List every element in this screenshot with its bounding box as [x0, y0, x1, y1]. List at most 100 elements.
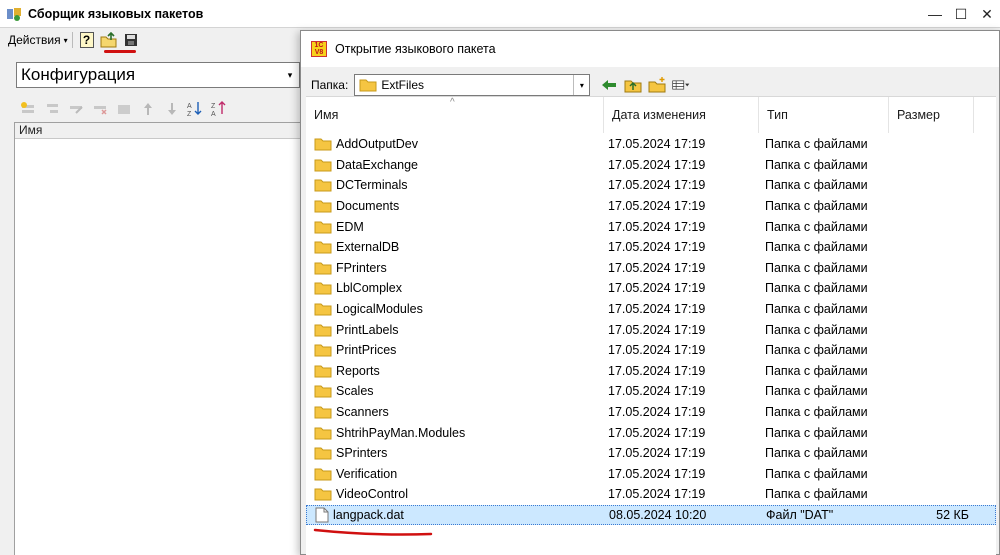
help-button[interactable]: ?	[77, 30, 97, 50]
file-row[interactable]: langpack.dat 08.05.2024 10:20 Файл "DAT" 52…	[306, 504, 996, 526]
folder-icon	[314, 488, 332, 501]
sort-descending-button[interactable]: ZA	[210, 100, 230, 118]
row-type: Папка с файлами	[765, 178, 868, 193]
folder-row[interactable]: DataExchange 17.05.2024 17:19 Папка с файл…	[306, 155, 996, 176]
folder-row[interactable]: FPrinters 17.05.2024 17:19 Папка с файлами	[306, 258, 996, 279]
minimize-button[interactable]: —	[922, 0, 948, 28]
folder-icon	[359, 79, 377, 92]
folder-row[interactable]: Reports 17.05.2024 17:19 Папка с файлами	[306, 361, 996, 382]
row-name-cell: Reports	[314, 364, 380, 378]
row-date: 17.05.2024 17:19	[608, 384, 706, 399]
row-name-cell: PrintPrices	[314, 343, 396, 357]
up-folder-button[interactable]	[624, 76, 642, 94]
save-button[interactable]	[121, 30, 141, 50]
column-header-date-label: Дата изменения	[612, 108, 706, 122]
row-type: Папка с файлами	[765, 157, 868, 172]
folder-row[interactable]: SPrinters 17.05.2024 17:19 Папка с файлами	[306, 443, 996, 464]
sort-ascending-button[interactable]: AZ	[186, 100, 206, 118]
folder-row[interactable]: EDM 17.05.2024 17:19 Папка с файлами	[306, 216, 996, 237]
dialog-title: Открытие языкового пакета	[335, 42, 496, 56]
row-name: Verification	[336, 466, 398, 481]
column-header-name-label: Имя	[314, 108, 339, 122]
svg-text:Z: Z	[187, 111, 192, 118]
folder-select[interactable]: ExtFiles ▾	[354, 74, 591, 96]
folder-row[interactable]: PrintLabels 17.05.2024 17:19 Папка с файла…	[306, 319, 996, 340]
configuration-select-value: Конфигурация	[21, 65, 136, 84]
folder-icon	[314, 427, 332, 440]
folder-row[interactable]: Scanners 17.05.2024 17:19 Папка с файлами	[306, 402, 996, 423]
folder-row[interactable]: AddOutputDev 17.05.2024 17:19 Папка с файл…	[306, 134, 996, 155]
row-date: 17.05.2024 17:19	[608, 405, 706, 420]
folder-row[interactable]: LogicalModules 17.05.2024 17:19 Папка с фа…	[306, 299, 996, 320]
row-date: 17.05.2024 17:19	[608, 322, 706, 337]
row-date: 17.05.2024 17:19	[608, 199, 706, 214]
actions-menu-button[interactable]: Действия ▾	[8, 33, 68, 47]
add-child-button[interactable]	[42, 100, 62, 118]
row-name-cell: ExternalDB	[314, 240, 399, 254]
row-name: FPrinters	[336, 260, 387, 275]
move-up-button[interactable]	[138, 100, 158, 118]
folder-icon	[314, 406, 332, 419]
chevron-down-icon: ▾	[287, 69, 293, 80]
row-date: 17.05.2024 17:19	[608, 466, 706, 481]
row-date: 17.05.2024 17:19	[608, 260, 706, 275]
folder-row[interactable]: Scales 17.05.2024 17:19 Папка с файлами	[306, 381, 996, 402]
back-button[interactable]	[600, 76, 618, 94]
row-name-cell: AddOutputDev	[314, 137, 418, 151]
tree-column-header[interactable]: Имя	[15, 123, 303, 139]
folder-row[interactable]: LblComplex 17.05.2024 17:19 Папка с файлам…	[306, 278, 996, 299]
svg-text:A: A	[187, 103, 192, 110]
new-folder-button[interactable]	[648, 76, 666, 94]
folder-row[interactable]: VideoControl 17.05.2024 17:19 Папка с файл…	[306, 484, 996, 505]
folder-row[interactable]: ExternalDB 17.05.2024 17:19 Папка с файлам…	[306, 237, 996, 258]
svg-text:Z: Z	[211, 103, 216, 110]
folder-icon	[314, 159, 332, 172]
maximize-button[interactable]: ☐	[948, 0, 974, 28]
edit-item-button[interactable]	[66, 100, 86, 118]
column-header-date[interactable]: Дата изменения	[604, 97, 759, 133]
row-date: 17.05.2024 17:19	[608, 240, 706, 255]
row-date: 17.05.2024 17:19	[608, 363, 706, 378]
move-down-button[interactable]	[162, 100, 182, 118]
help-icon: ?	[79, 32, 94, 48]
add-item-button[interactable]	[18, 100, 38, 118]
delete-item-button[interactable]	[90, 100, 110, 118]
red-annotation-underline	[313, 528, 433, 536]
properties-button[interactable]	[114, 100, 134, 118]
up-folder-icon	[624, 80, 642, 93]
open-language-pack-button[interactable]	[99, 30, 119, 50]
row-name: DataExchange	[336, 157, 419, 172]
row-date: 17.05.2024 17:19	[608, 343, 706, 358]
row-name-cell: DCTerminals	[314, 178, 408, 192]
new-folder-icon	[648, 77, 666, 93]
row-date: 08.05.2024 10:20	[609, 508, 707, 523]
close-button[interactable]: ✕	[974, 0, 1000, 28]
view-menu-icon	[672, 80, 690, 90]
folder-icon	[314, 447, 332, 460]
row-type: Папка с файлами	[765, 405, 868, 420]
folder-row[interactable]: Verification 17.05.2024 17:19 Папка с файл…	[306, 464, 996, 485]
folder-row[interactable]: PrintPrices 17.05.2024 17:19 Папка с файла…	[306, 340, 996, 361]
1c-logo-icon: 1C V8	[311, 41, 327, 57]
column-header-name[interactable]: Имя	[306, 97, 604, 133]
folder-select-value: ExtFiles	[381, 78, 425, 92]
open-language-pack-dialog: 1C V8 Открытие языкового пакета Папка: E…	[300, 30, 1000, 555]
app-icon	[7, 7, 21, 21]
file-list[interactable]: Имя ^ Дата изменения Тип Размер AddOutpu…	[306, 96, 996, 555]
row-name-cell: Scanners	[314, 405, 389, 419]
row-name-cell: DataExchange	[314, 158, 418, 172]
row-type: Папка с файлами	[765, 322, 868, 337]
folder-row[interactable]: ShtrihPayMan.Modules 17.05.2024 17:19 Папк…	[306, 422, 996, 443]
folder-icon	[314, 282, 332, 295]
view-menu-button[interactable]	[672, 76, 690, 94]
column-header-size[interactable]: Размер	[889, 97, 974, 133]
folder-icon	[314, 241, 332, 254]
row-date: 17.05.2024 17:19	[608, 157, 706, 172]
folder-row[interactable]: Documents 17.05.2024 17:19 Папка с файлами	[306, 196, 996, 217]
configuration-tree[interactable]: Имя	[14, 122, 304, 555]
folder-bar: Папка: ExtFiles ▾	[311, 73, 690, 97]
column-header-type[interactable]: Тип	[759, 97, 889, 133]
folder-row[interactable]: DCTerminals 17.05.2024 17:19 Папка с файла…	[306, 175, 996, 196]
configuration-select[interactable]: Конфигурация ▾	[16, 62, 300, 88]
folder-icon	[314, 262, 332, 275]
